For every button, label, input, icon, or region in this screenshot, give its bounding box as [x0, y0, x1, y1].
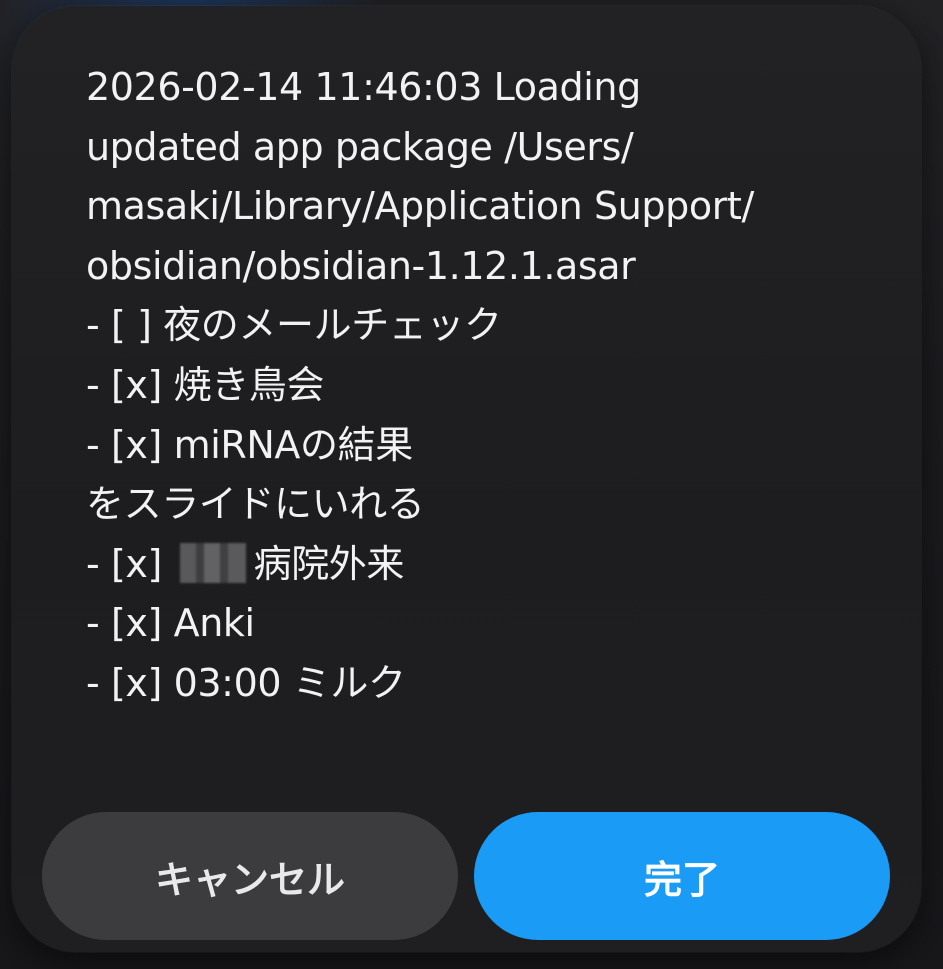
message-line: - [x] 03:00 ミルク: [86, 660, 406, 705]
message-line-prefix: - [x]: [86, 541, 174, 586]
done-button[interactable]: 完了: [474, 812, 890, 940]
redacted-text: [173, 542, 252, 583]
cancel-button[interactable]: キャンセル: [42, 812, 458, 940]
message-line: - [x] 焼き鳥会: [86, 362, 325, 407]
message-line-suffix: 病院外来: [253, 541, 405, 586]
message-line: updated app package /Users/: [86, 124, 634, 169]
message-line: - [x] Anki: [86, 601, 255, 646]
message-line: - [ ] 夜のメールチェック: [86, 303, 502, 348]
message-line: masaki/Library/Application Support/: [86, 184, 754, 229]
message-line: - [x] miRNAの結果: [86, 422, 413, 467]
message-line-redacted: - [x] 病院外来: [86, 535, 856, 595]
dialog-message: 2026-02-14 11:46:03 Loading updated app …: [86, 58, 856, 714]
message-line: 2026-02-14 11:46:03 Loading: [86, 65, 641, 109]
alert-dialog: 2026-02-14 11:46:03 Loading updated app …: [12, 6, 921, 952]
message-line: をスライドにいれる: [86, 482, 425, 527]
message-line: obsidian/obsidian-1.12.1.asar: [86, 243, 636, 288]
